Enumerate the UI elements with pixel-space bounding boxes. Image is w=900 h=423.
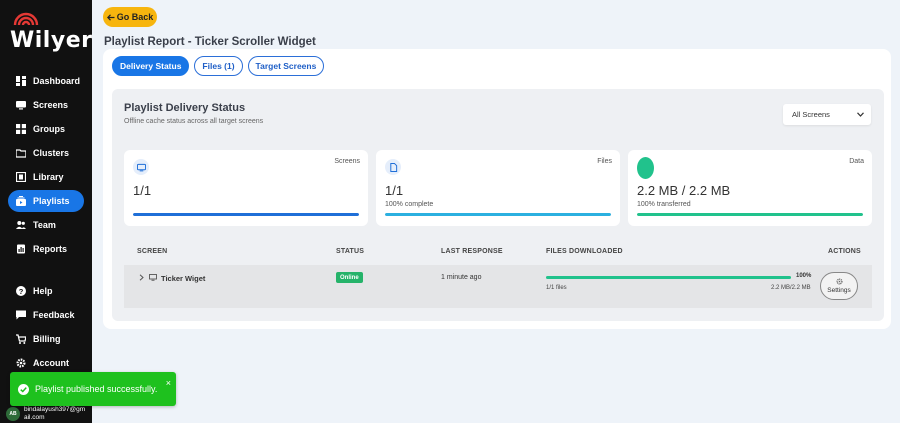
stat-value: 2.2 MB / 2.2 MB: [637, 183, 731, 198]
close-icon[interactable]: ×: [166, 378, 171, 388]
arrow-left-icon: [106, 13, 115, 21]
sidebar-item-label: Team: [33, 220, 56, 230]
stat-subtext: 100% complete: [385, 201, 434, 208]
success-toast: Playlist published successfully. ×: [10, 372, 176, 406]
sidebar-item-label: Clusters: [33, 148, 70, 158]
film-icon: [16, 172, 26, 182]
stat-value: 1/1: [385, 183, 404, 198]
tab-target-screens[interactable]: Target Screens: [247, 56, 325, 76]
playlist-icon: [16, 196, 26, 206]
help-icon: ?: [16, 286, 26, 296]
sidebar-item-playlists[interactable]: Playlists: [8, 190, 84, 212]
brand-name: Wilyer: [10, 28, 93, 53]
go-back-label: Go Back: [116, 12, 154, 22]
report-icon: [17, 244, 25, 254]
tab-files[interactable]: Files (1): [194, 56, 243, 76]
sidebar: Wilyer Dashboard Screens Groups Clusters…: [0, 0, 92, 423]
chevron-down-icon: [857, 112, 864, 117]
monitor-icon: [149, 274, 157, 281]
sidebar-item-label: Library: [33, 172, 64, 182]
stat-card-files: Files 1/1 100% complete: [376, 150, 620, 226]
download-file-count: 1/1 files: [546, 285, 567, 291]
stat-progress-bar: [133, 213, 359, 216]
gear-icon: [16, 358, 26, 368]
sidebar-item-library[interactable]: Library: [8, 166, 84, 188]
sidebar-item-label: Billing: [33, 334, 61, 344]
stat-label: Files: [597, 158, 612, 165]
sidebar-item-reports[interactable]: Reports: [8, 238, 84, 260]
sidebar-item-label: Reports: [33, 244, 68, 254]
settings-label: Settings: [827, 287, 851, 294]
sidebar-item-team[interactable]: Team: [8, 214, 84, 236]
stat-subtext: 100% transferred: [637, 201, 691, 208]
column-header-actions: ACTIONS: [828, 248, 861, 255]
sidebar-item-label: Account: [33, 358, 69, 368]
download-percent: 100%: [796, 273, 812, 279]
sidebar-item-screens[interactable]: Screens: [8, 94, 84, 116]
stat-progress-bar: [385, 213, 611, 216]
table-row[interactable]: [124, 265, 872, 308]
stat-progress-fill: [637, 213, 863, 216]
user-email: bindalayush397@gmail.com: [24, 406, 86, 421]
wilyer-logo[interactable]: Wilyer: [8, 12, 92, 53]
tab-bar: Delivery Status Files (1) Target Screens: [112, 56, 325, 76]
page-title: Playlist Report - Ticker Scroller Widget: [104, 36, 316, 48]
stat-card-screens: Screens 1/1: [124, 150, 368, 226]
column-header-screen[interactable]: SCREEN: [137, 248, 167, 255]
go-back-button[interactable]: Go Back: [103, 7, 157, 27]
data-icon: [637, 157, 654, 179]
file-icon: [385, 159, 401, 175]
svg-text:?: ?: [19, 287, 24, 296]
column-header-status[interactable]: STATUS: [336, 248, 364, 255]
screen-filter-select[interactable]: All Screens: [783, 104, 871, 125]
grid-icon: [16, 124, 26, 134]
sidebar-item-dashboard[interactable]: Dashboard: [8, 70, 84, 92]
team-icon: [16, 221, 26, 229]
download-size: 2.2 MB/2.2 MB: [771, 285, 811, 291]
sidebar-item-feedback[interactable]: Feedback: [8, 304, 84, 326]
sidebar-item-help[interactable]: ? Help: [8, 280, 84, 302]
sidebar-item-label: Dashboard: [33, 76, 81, 86]
toast-message: Playlist published successfully.: [35, 384, 158, 394]
stat-label: Screens: [334, 158, 360, 165]
download-progress-fill: [546, 276, 791, 279]
panel-subtitle: Offline cache status across all target s…: [124, 118, 264, 125]
sidebar-item-label: Screens: [33, 100, 69, 110]
stat-card-data: Data 2.2 MB / 2.2 MB 100% transferred: [628, 150, 872, 226]
check-circle-icon: [18, 383, 29, 395]
settings-button[interactable]: Settings: [820, 272, 858, 300]
avatar: AB: [6, 407, 20, 421]
stat-progress-bar: [637, 213, 863, 216]
sidebar-item-account[interactable]: Account: [8, 352, 84, 374]
last-response: 1 minute ago: [441, 274, 482, 281]
folder-icon: [16, 149, 26, 158]
sidebar-item-clusters[interactable]: Clusters: [8, 142, 84, 164]
user-profile[interactable]: AB bindalayush397@gmail.com: [6, 405, 90, 423]
column-header-files-downloaded[interactable]: FILES DOWNLOADED: [546, 248, 623, 255]
sidebar-item-label: Groups: [33, 124, 66, 134]
sidebar-item-billing[interactable]: Billing: [8, 328, 84, 350]
gear-icon: [835, 278, 843, 285]
sidebar-item-label: Feedback: [33, 310, 75, 320]
screen-icon: [16, 101, 26, 110]
screen-filter-value: All Screens: [792, 110, 830, 119]
stat-progress-fill: [385, 213, 611, 216]
stat-progress-fill: [133, 213, 359, 216]
stat-label: Data: [849, 158, 864, 165]
cart-icon: [16, 334, 26, 344]
sidebar-item-groups[interactable]: Groups: [8, 118, 84, 140]
chevron-right-icon[interactable]: [139, 274, 144, 281]
download-progress-bar: [546, 276, 791, 279]
sidebar-item-label: Help: [33, 286, 53, 296]
stat-value: 1/1: [133, 183, 152, 198]
feedback-icon: [16, 310, 26, 320]
screen-icon: [133, 159, 149, 175]
sidebar-item-label: Playlists: [33, 196, 70, 206]
column-header-last-response[interactable]: LAST RESPONSE: [441, 248, 503, 255]
screen-name: Ticker Wiget: [161, 274, 206, 283]
tab-delivery-status[interactable]: Delivery Status: [112, 56, 190, 76]
status-badge: Online: [336, 272, 363, 283]
panel-title: Playlist Delivery Status: [124, 102, 246, 114]
dashboard-icon: [16, 76, 26, 86]
